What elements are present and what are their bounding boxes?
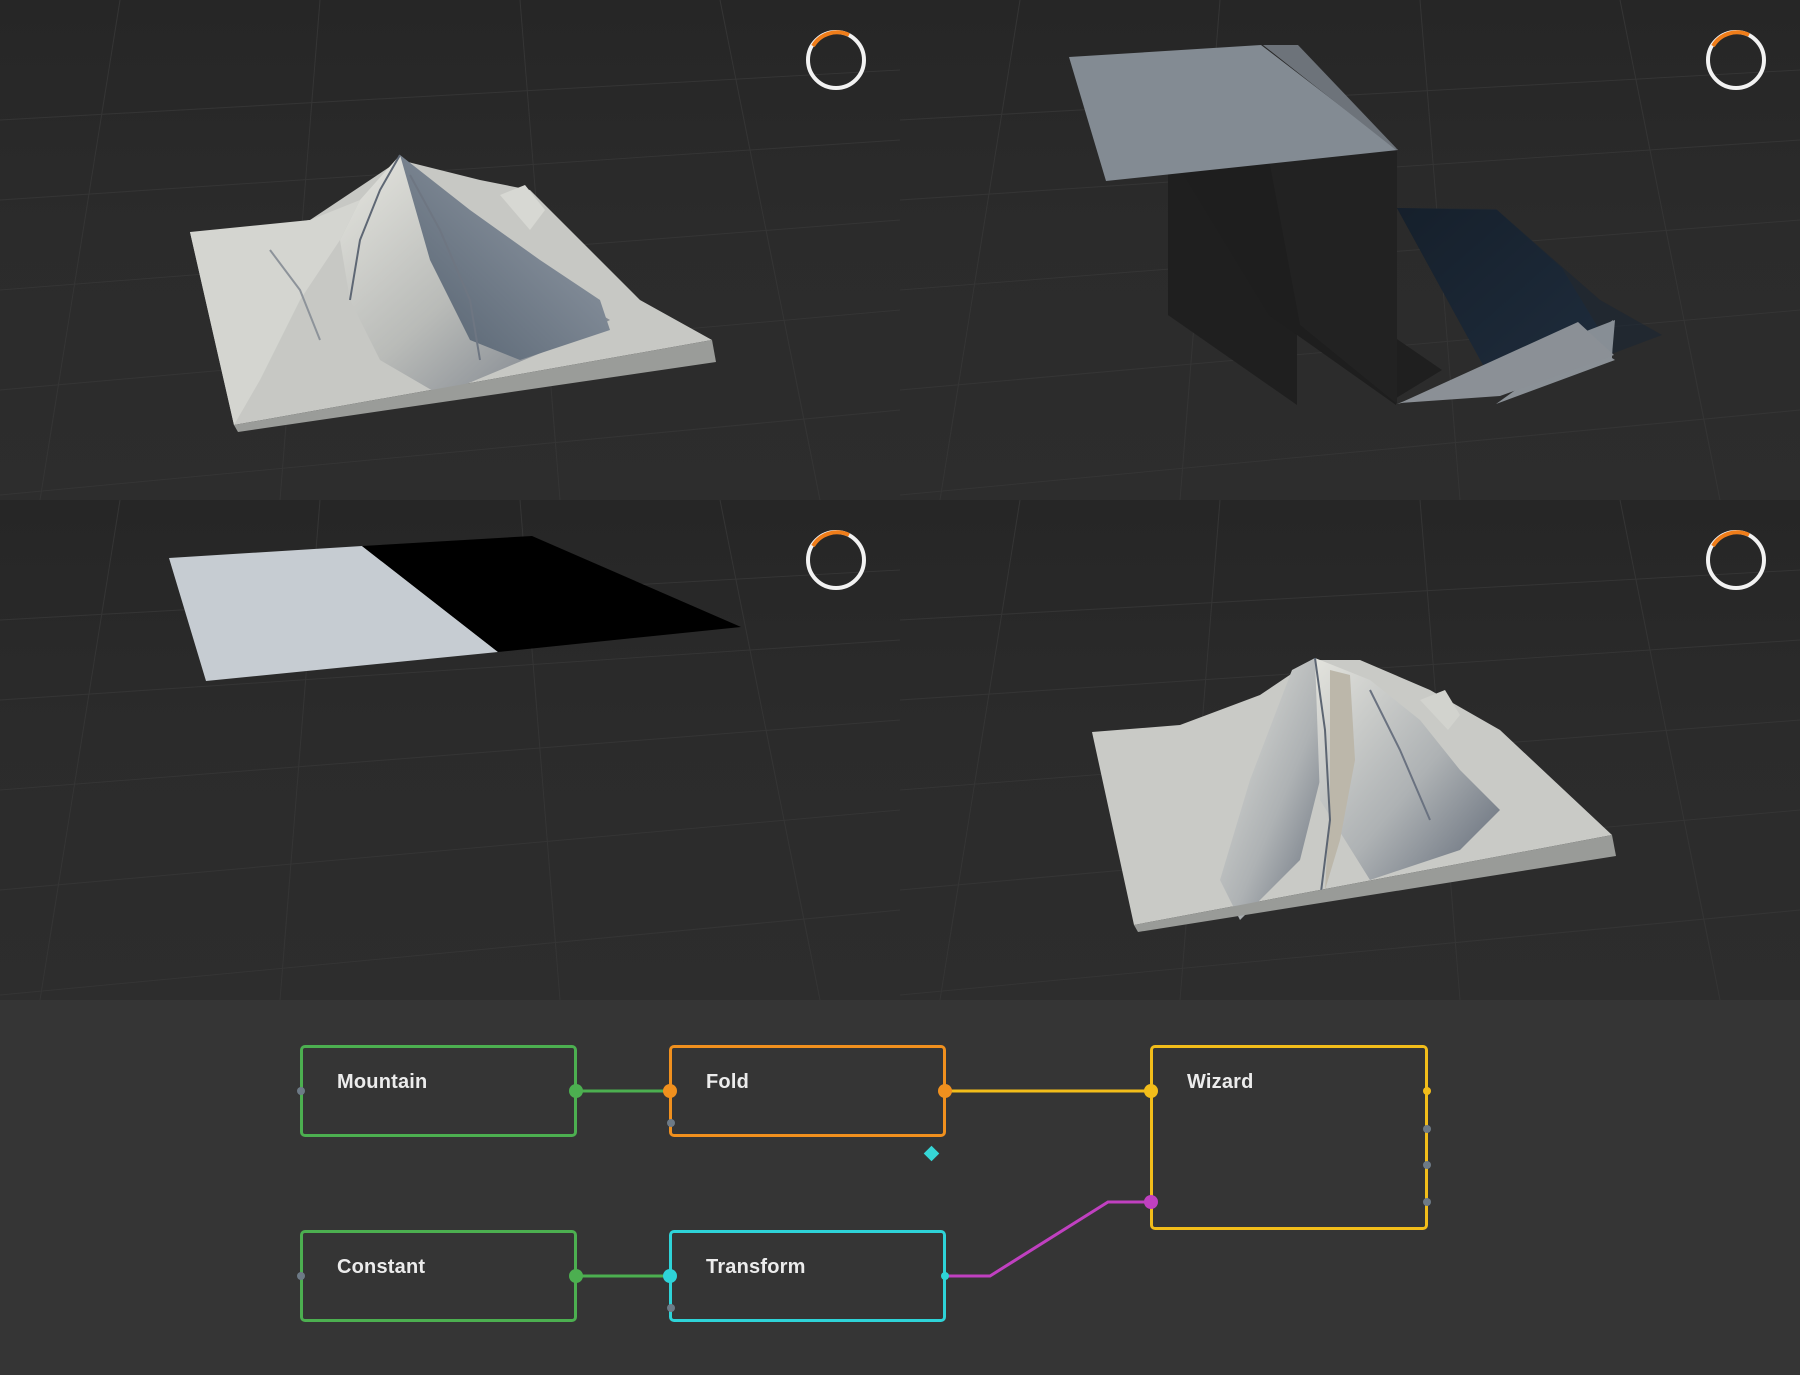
input-port-fold-secondary[interactable] <box>667 1119 675 1127</box>
node-title: Mountain <box>337 1071 428 1093</box>
constant-scene <box>0 500 900 1000</box>
constant-plane <box>169 536 741 681</box>
node-constant[interactable]: Constant <box>300 1230 577 1322</box>
input-port-wizard-primary[interactable] <box>1144 1084 1158 1098</box>
output-port-wizard-1[interactable] <box>1423 1087 1431 1095</box>
node-title: Wizard <box>1187 1071 1254 1093</box>
node-mountain[interactable]: Mountain <box>300 1045 577 1137</box>
wire-transform-to-wizard <box>945 1200 1151 1278</box>
viewport-mountain-preview[interactable] <box>0 0 900 500</box>
viewport-wizard-preview[interactable] <box>900 500 1800 1000</box>
loading-spinner-icon <box>806 30 866 90</box>
fold-geometry <box>1069 45 1662 405</box>
node-graph-panel[interactable]: Mountain Fold Wizard Constant Transform <box>0 1000 1800 1375</box>
node-transform[interactable]: Transform <box>669 1230 946 1322</box>
output-port-wizard-2[interactable] <box>1423 1125 1431 1133</box>
node-wizard[interactable]: Wizard <box>1150 1045 1428 1230</box>
mountain-scene <box>0 0 900 500</box>
mountain-terrain <box>190 154 716 432</box>
output-port-wizard-3[interactable] <box>1423 1161 1431 1169</box>
loading-spinner-icon <box>1706 530 1766 590</box>
input-port-constant[interactable] <box>297 1272 305 1280</box>
loading-spinner-icon <box>806 530 866 590</box>
input-port-transform-primary[interactable] <box>663 1269 677 1283</box>
wizard-scene <box>900 500 1800 1000</box>
terrain-editor-app: Mountain Fold Wizard Constant Transform <box>0 0 1800 1375</box>
fold-scene <box>900 0 1800 500</box>
input-port-mountain[interactable] <box>297 1087 305 1095</box>
output-port-wizard-4[interactable] <box>1423 1198 1431 1206</box>
input-port-wizard-secondary[interactable] <box>1144 1195 1158 1209</box>
node-title: Transform <box>706 1256 806 1278</box>
node-fold[interactable]: Fold <box>669 1045 946 1137</box>
loading-spinner-icon <box>1706 30 1766 90</box>
output-port-fold[interactable] <box>938 1084 952 1098</box>
input-port-fold-primary[interactable] <box>663 1084 677 1098</box>
output-port-transform[interactable] <box>941 1272 949 1280</box>
viewport-constant-preview[interactable] <box>0 500 900 1000</box>
node-title: Fold <box>706 1071 750 1093</box>
input-port-transform-secondary[interactable] <box>667 1304 675 1312</box>
output-port-constant[interactable] <box>569 1269 583 1283</box>
viewport-grid <box>0 0 1800 1000</box>
node-title: Constant <box>337 1256 426 1278</box>
output-port-mountain[interactable] <box>569 1084 583 1098</box>
viewport-fold-preview[interactable] <box>900 0 1800 500</box>
wizard-terrain <box>1092 657 1616 932</box>
